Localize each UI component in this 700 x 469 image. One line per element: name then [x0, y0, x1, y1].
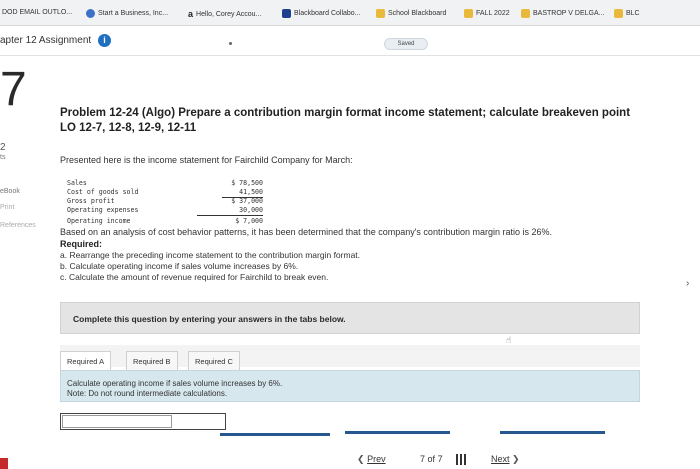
- bookmark-blackboard-collab[interactable]: Blackboard Collabo...: [282, 9, 361, 18]
- income-label: Operating income: [67, 217, 131, 225]
- bookmark-start-business[interactable]: Start a Business, Inc...: [86, 9, 168, 18]
- answer-underline: [345, 431, 450, 434]
- prev-button[interactable]: ❮ Prev: [357, 454, 386, 465]
- requirement-a: a. Rearrange the preceding income statem…: [60, 250, 361, 260]
- prev-label: Prev: [367, 454, 386, 464]
- amazon-icon: a: [188, 9, 194, 19]
- instruction-text: Complete this question by entering your …: [73, 314, 346, 324]
- bookmark-label: Hello, Corey Accou...: [196, 10, 262, 18]
- print-link[interactable]: Print: [0, 204, 14, 211]
- references-link[interactable]: References: [0, 222, 36, 229]
- instruction-box: Complete this question by entering your …: [60, 302, 640, 334]
- income-row: Gross profit: [67, 197, 115, 205]
- income-row: Operating income: [67, 217, 131, 225]
- ebook-link[interactable]: eBook: [0, 188, 20, 195]
- requirement-c: c. Calculate the amount of revenue requi…: [60, 272, 329, 282]
- bookmark-label: FALL 2022: [476, 10, 510, 17]
- income-value: $ 78,500: [231, 179, 263, 187]
- task-note: Note: Do not round intermediate calculat…: [67, 389, 228, 398]
- next-button[interactable]: Next ❯: [491, 454, 520, 465]
- bookmarks-bar: DOD EMAIL OUTLO... Start a Business, Inc…: [0, 0, 700, 26]
- problem-title: Problem 12-24 (Algo) Prepare a contribut…: [60, 107, 631, 134]
- income-label: Sales: [67, 179, 87, 187]
- income-value: 41,500: [239, 188, 263, 196]
- income-label: Gross profit: [67, 197, 115, 205]
- chevron-left-icon: ❮: [357, 454, 365, 464]
- bookmark-blc[interactable]: BLC: [614, 9, 640, 18]
- total-rule: [197, 215, 263, 216]
- points-label: ts: [0, 154, 6, 161]
- answer-underline: [500, 431, 605, 434]
- bookmark-label: Start a Business, Inc...: [98, 10, 169, 17]
- problem-intro: Presented here is the income statement f…: [60, 155, 353, 165]
- bookmark-label: School Blackboard: [388, 10, 447, 17]
- required-heading: Required:: [60, 239, 103, 249]
- folder-icon: [464, 9, 473, 18]
- chevron-right-icon: ❯: [512, 454, 520, 464]
- answer-input-table[interactable]: [60, 413, 226, 430]
- star-icon: [86, 9, 95, 18]
- bookmark-label: BLC: [626, 10, 640, 17]
- question-number: 7: [0, 63, 27, 116]
- bookmark-bastrop[interactable]: BASTROP V DELGA...: [521, 9, 604, 18]
- page-indicator: 7 of 7: [420, 454, 443, 464]
- bookmark-amazon[interactable]: a Hello, Corey Accou...: [188, 9, 261, 19]
- scroll-right-icon[interactable]: ›: [686, 278, 689, 289]
- income-row: Cost of goods sold: [67, 188, 138, 196]
- info-icon[interactable]: i: [98, 34, 111, 47]
- task-instructions: Calculate operating income if sales volu…: [60, 370, 640, 402]
- task-instruction: Calculate operating income if sales volu…: [67, 379, 283, 388]
- income-row: Operating expenses: [67, 206, 138, 214]
- page-of-label: of: [427, 454, 436, 464]
- income-row: Sales: [67, 179, 87, 187]
- next-label: Next: [491, 454, 510, 464]
- income-value: 30,000: [239, 206, 263, 214]
- bookmark-label: Blackboard Collabo...: [294, 10, 361, 17]
- total-pages: 7: [437, 454, 443, 464]
- assignment-header: apter 12 Assignment i Saved: [0, 26, 700, 56]
- question-navigation: ❮ Prev 7 of 7 Next ❯: [0, 452, 700, 469]
- requirement-b: b. Calculate operating income if sales v…: [60, 261, 299, 271]
- income-label: Operating expenses: [67, 206, 139, 214]
- bookmark-school-blackboard[interactable]: School Blackboard: [376, 9, 446, 18]
- income-value: $ 7,000: [235, 217, 263, 225]
- answer-tabs: Required A Required B Required C: [60, 345, 640, 373]
- grid-view-icon[interactable]: [456, 454, 468, 465]
- folder-icon: [614, 9, 623, 18]
- bookmark-dod-email[interactable]: DOD EMAIL OUTLO...: [2, 9, 72, 16]
- income-label: Cost of goods sold: [67, 188, 139, 196]
- analysis-text: Based on an analysis of cost behavior pa…: [60, 227, 552, 237]
- points-value: 2: [0, 142, 6, 153]
- folder-icon: [376, 9, 385, 18]
- folder-icon: [521, 9, 530, 18]
- answer-underline: [220, 433, 330, 436]
- assignment-title: apter 12 Assignment: [0, 35, 92, 46]
- separator-dot: [229, 42, 232, 45]
- bookmark-fall-2022[interactable]: FALL 2022: [464, 9, 510, 18]
- window-edge-marker: [0, 458, 8, 469]
- income-value: $ 37,000: [231, 197, 263, 205]
- answer-cell[interactable]: [62, 415, 172, 428]
- bookmark-label: BASTROP V DELGA...: [533, 10, 605, 17]
- blackboard-icon: [282, 9, 291, 18]
- bookmark-label: DOD EMAIL OUTLO...: [2, 9, 73, 16]
- current-page: 7: [420, 454, 426, 464]
- saved-status-badge: Saved: [384, 38, 428, 50]
